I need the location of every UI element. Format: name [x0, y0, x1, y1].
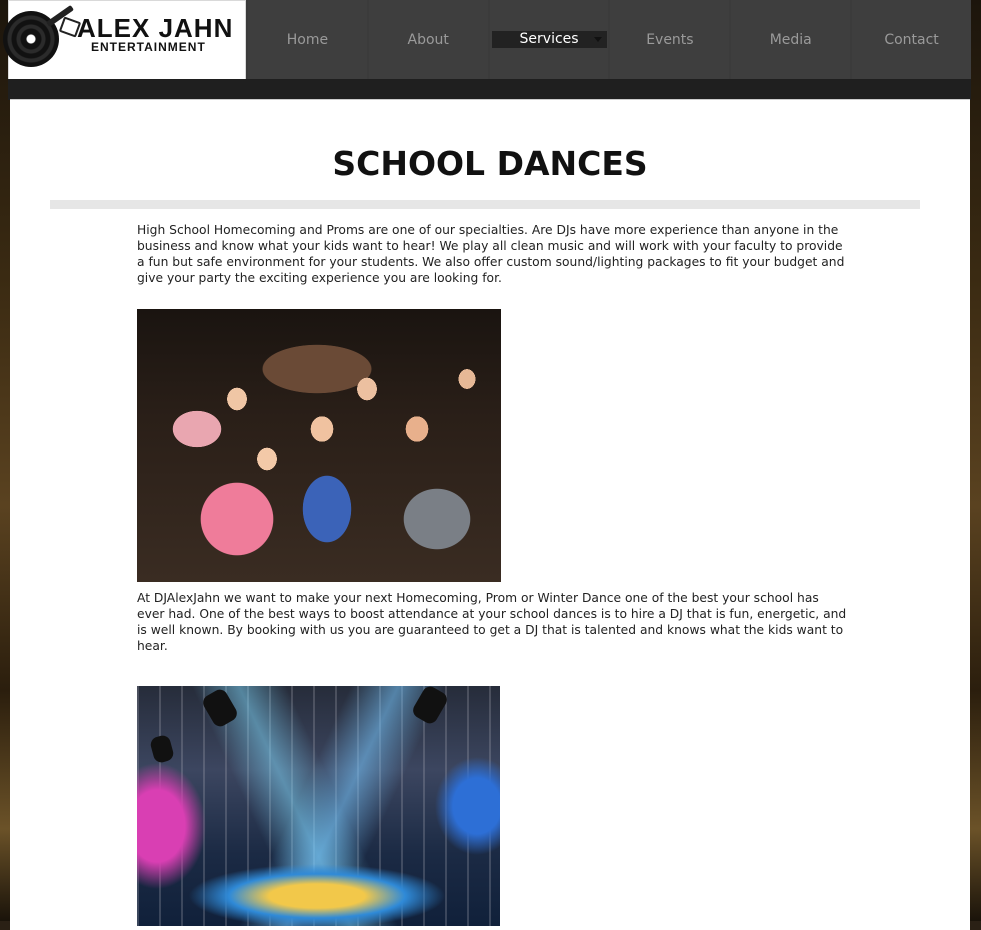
- nav-item-events[interactable]: Events: [610, 0, 730, 79]
- nav-item-home[interactable]: Home: [248, 0, 367, 79]
- header-subbar: [8, 79, 971, 100]
- logo-subtitle: ENTERTAINMENT: [91, 40, 206, 54]
- school-dance-crowd-photo: [137, 309, 501, 582]
- nav-label: Home: [286, 31, 329, 48]
- site-header: ALEX JAHN ENTERTAINMENT Home About Servi…: [3, 0, 971, 80]
- intro-paragraph: High School Homecoming and Proms are one…: [137, 223, 845, 285]
- nav-label: Services: [491, 31, 607, 48]
- nav-label: Events: [646, 31, 694, 48]
- stage-light-icon: [410, 686, 450, 727]
- nav-label: Media: [769, 31, 812, 48]
- nav-item-services[interactable]: Services: [489, 0, 609, 79]
- dance-lighting-photo: [137, 686, 500, 926]
- nav-label: About: [407, 31, 449, 48]
- logo-title: ALEX JAHN: [77, 13, 234, 43]
- page-title: SCHOOL DANCES: [332, 144, 648, 183]
- stage-light-icon: [148, 733, 176, 765]
- nav-label: Contact: [884, 31, 939, 48]
- content-panel: SCHOOL DANCES High School Homecoming and…: [10, 99, 970, 930]
- background-left-edge: [0, 0, 10, 921]
- dropdown-caret-icon[interactable]: [594, 37, 603, 42]
- nav-item-contact[interactable]: Contact: [852, 0, 971, 79]
- main-nav: Home About Services Events Media Contact: [246, 0, 971, 79]
- site-logo[interactable]: ALEX JAHN ENTERTAINMENT: [3, 0, 246, 80]
- stage-light-icon: [200, 686, 240, 730]
- body-paragraph: At DJAlexJahn we want to make your next …: [137, 591, 847, 653]
- nav-item-media[interactable]: Media: [731, 0, 851, 79]
- nav-item-about[interactable]: About: [368, 0, 488, 79]
- title-divider: [50, 200, 920, 209]
- background-right-edge: [970, 0, 981, 921]
